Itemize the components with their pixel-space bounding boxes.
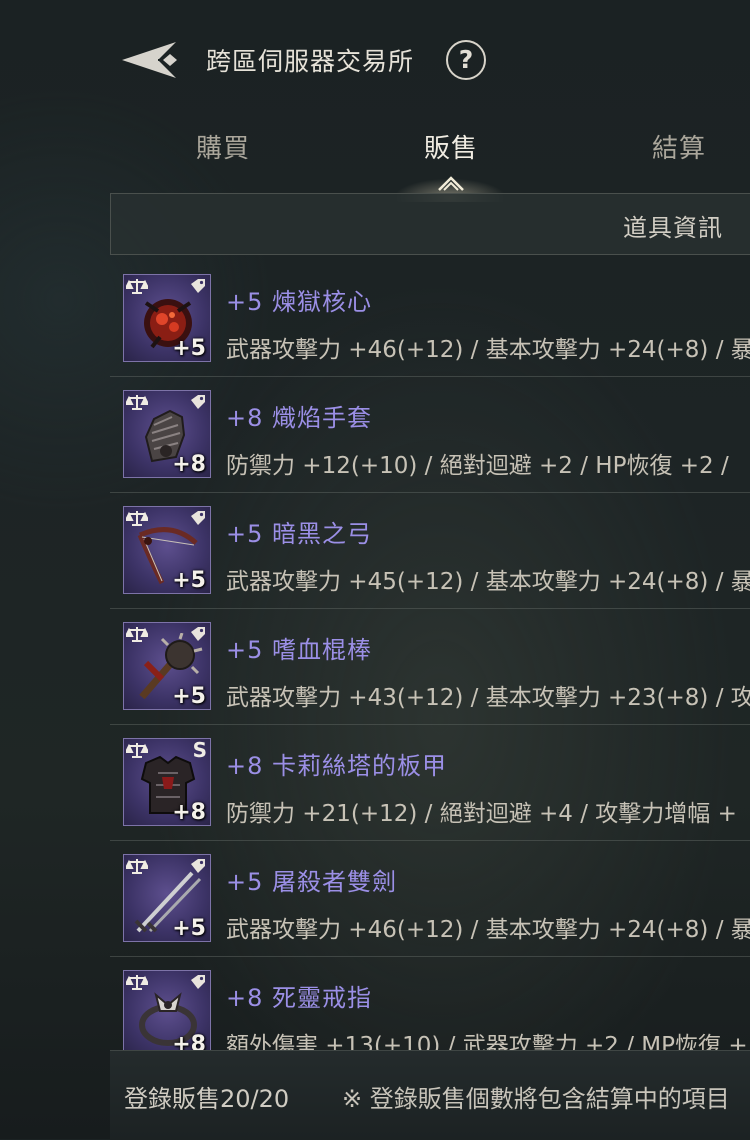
item-slot: +5 [123, 274, 211, 362]
tab-settlement[interactable]: 結算 [652, 128, 706, 165]
tradable-scale-icon [126, 279, 148, 294]
item-stats: 防禦力 +21(+12) / 絕對迴避 +4 / 攻擊力增幅 + [226, 801, 737, 827]
tag-icon [191, 975, 205, 989]
item-name: +5 煉獄核心 [226, 288, 373, 316]
listing-note: ※ 登錄販售個數將包含結算中的項目 [342, 1085, 730, 1113]
tradable-scale-icon [126, 859, 148, 874]
enhance-level: +5 [172, 336, 206, 361]
item-stats: 武器攻擊力 +46(+12) / 基本攻擊力 +24(+8) / 暴 [226, 337, 750, 363]
list-item[interactable]: +8 +8 熾焰手套 防禦力 +12(+10) / 絕對迴避 +2 / HP恢復… [110, 376, 750, 493]
item-name: +5 屠殺者雙劍 [226, 868, 398, 896]
tag-icon [191, 279, 205, 293]
help-button[interactable]: ? [446, 40, 486, 80]
page-title: 跨區伺服器交易所 [206, 47, 415, 76]
item-stats: 武器攻擊力 +46(+12) / 基本攻擊力 +24(+8) / 暴 [226, 917, 750, 943]
enhance-level: +8 [172, 452, 206, 477]
item-stats: 額外傷害 +13(+10) / 武器攻擊力 +2 / MP恢復 + [226, 1033, 748, 1050]
enhance-level: +8 [172, 800, 206, 825]
enhance-level: +5 [172, 916, 206, 941]
list-item[interactable]: +5 +5 煉獄核心 武器攻擊力 +46(+12) / 基本攻擊力 +24(+8… [110, 260, 750, 377]
list-item[interactable]: S +8 +8 卡莉絲塔的板甲 防禦力 +21(+12) / 絕對迴避 +4 /… [110, 724, 750, 841]
tag-icon [191, 627, 205, 641]
tag-icon [191, 511, 205, 525]
item-stats: 武器攻擊力 +43(+12) / 基本攻擊力 +23(+8) / 攻 [226, 685, 750, 711]
item-name: +5 暗黑之弓 [226, 520, 373, 548]
item-slot: S +8 [123, 738, 211, 826]
item-name: +8 死靈戒指 [226, 984, 373, 1012]
sell-item-list[interactable]: +5 +5 煉獄核心 武器攻擊力 +46(+12) / 基本攻擊力 +24(+8… [110, 260, 750, 1050]
item-slot: +8 [123, 970, 211, 1050]
grade-badge: S [192, 738, 207, 762]
item-stats: 武器攻擊力 +45(+12) / 基本攻擊力 +24(+8) / 暴 [226, 569, 750, 595]
tab-bar: 購買 販售 結算 [110, 120, 750, 202]
back-arrow-icon [122, 42, 177, 78]
item-slot: +5 [123, 622, 211, 710]
list-item[interactable]: +5 +5 屠殺者雙劍 武器攻擊力 +46(+12) / 基本攻擊力 +24(+… [110, 840, 750, 957]
tradable-scale-icon [126, 743, 148, 758]
tab-sell[interactable]: 販售 [424, 128, 478, 165]
enhance-level: +8 [172, 1032, 206, 1050]
listing-count: 登錄販售20/20 [124, 1085, 290, 1113]
tag-icon [191, 859, 205, 873]
enhance-level: +5 [172, 568, 206, 593]
item-name: +8 卡莉絲塔的板甲 [226, 752, 448, 780]
item-name: +5 嗜血棍棒 [226, 636, 373, 664]
item-info-label: 道具資訊 [623, 214, 723, 242]
active-tab-indicator-icon [438, 176, 464, 191]
item-info-header: 道具資訊 [110, 193, 750, 255]
item-slot: +5 [123, 506, 211, 594]
list-item[interactable]: +5 +5 嗜血棍棒 武器攻擊力 +43(+12) / 基本攻擊力 +23(+8… [110, 608, 750, 725]
footer-bar: 登錄販售20/20 ※ 登錄販售個數將包含結算中的項目 [110, 1050, 750, 1140]
back-button[interactable] [120, 38, 184, 82]
item-slot: +8 [123, 390, 211, 478]
tradable-scale-icon [126, 395, 148, 410]
list-item[interactable]: +8 +8 死靈戒指 額外傷害 +13(+10) / 武器攻擊力 +2 / MP… [110, 956, 750, 1050]
tradable-scale-icon [126, 627, 148, 642]
item-slot: +5 [123, 854, 211, 942]
tag-icon [191, 395, 205, 409]
tradable-scale-icon [126, 975, 148, 990]
list-item[interactable]: +5 +5 暗黑之弓 武器攻擊力 +45(+12) / 基本攻擊力 +24(+8… [110, 492, 750, 609]
tradable-scale-icon [126, 511, 148, 526]
item-name: +8 熾焰手套 [226, 404, 373, 432]
enhance-level: +5 [172, 684, 206, 709]
header: 跨區伺服器交易所 ? [0, 0, 750, 120]
item-stats: 防禦力 +12(+10) / 絕對迴避 +2 / HP恢復 +2 / [226, 453, 729, 479]
tab-buy[interactable]: 購買 [196, 128, 250, 165]
